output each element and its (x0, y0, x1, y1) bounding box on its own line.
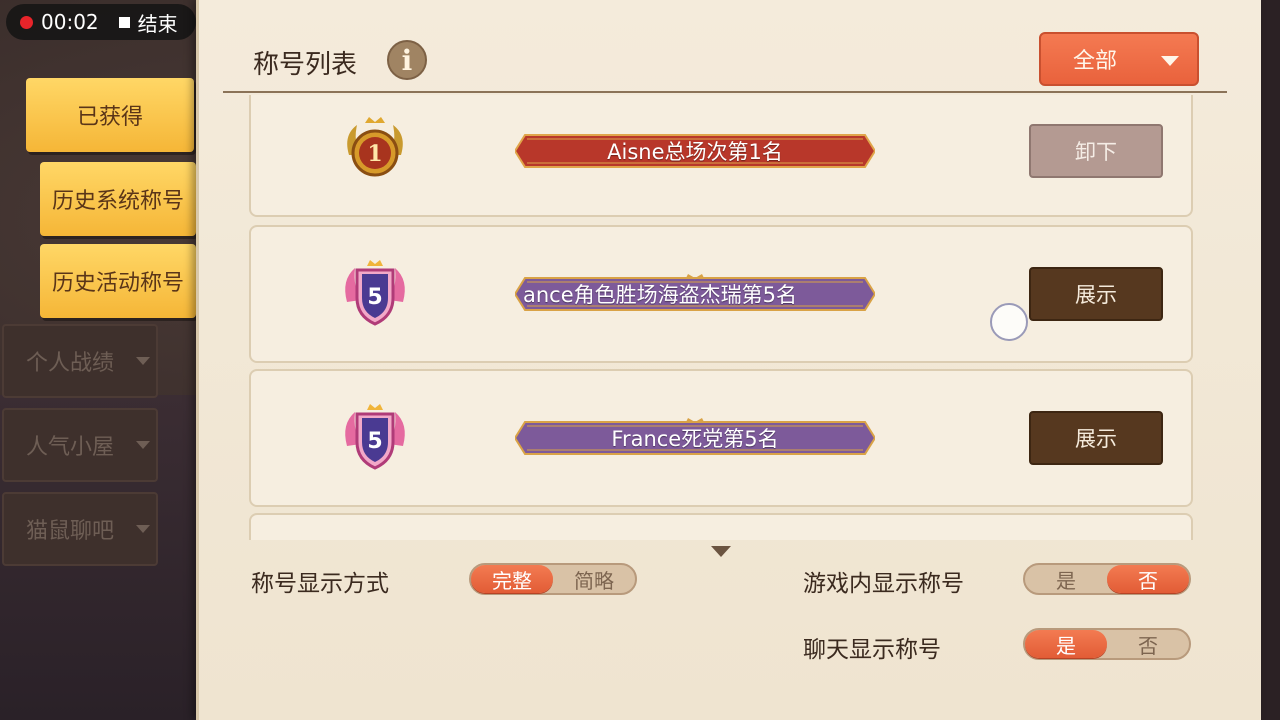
ingame-display-label: 游戏内显示称号 (803, 571, 964, 597)
record-dot-icon (20, 15, 33, 29)
chat-yes-option[interactable]: 是 (1025, 630, 1107, 658)
chat-display-label: 聊天显示称号 (803, 637, 941, 663)
tab-chat-bar[interactable]: 猫鼠聊吧 (2, 492, 158, 566)
page-title: 称号列表 (253, 50, 358, 80)
info-icon[interactable]: i (387, 40, 427, 80)
tab-personal-record[interactable]: 个人战绩 (2, 324, 158, 398)
chat-no-option[interactable]: 否 (1107, 630, 1189, 658)
right-edge (1258, 0, 1280, 720)
tab-history-event-titles[interactable]: 历史活动称号 (40, 244, 196, 318)
tab-personal-record-label: 个人战绩 (26, 351, 115, 376)
unequip-button[interactable]: 卸下 (1029, 124, 1163, 178)
divider (223, 91, 1227, 93)
chat-display-toggle[interactable]: 是 否 (1023, 628, 1191, 660)
tab-obtained[interactable]: 已获得 (26, 78, 194, 152)
title-name: ance角色胜场海盗杰瑞第5名 (523, 283, 798, 307)
chevron-down-icon (1161, 56, 1179, 66)
chevron-down-icon (136, 441, 150, 449)
tab-popular-house-label: 人气小屋 (26, 435, 115, 460)
badge-number: 1 (367, 141, 382, 167)
tab-obtained-label: 已获得 (76, 105, 143, 130)
chevron-down-icon (136, 357, 150, 365)
title-ribbon: ance角色胜场海盗杰瑞第5名 (515, 274, 875, 314)
rank-badge-gold-icon: 1 (347, 117, 403, 177)
title-card: 1 Aisne总场次第1名 卸下 (249, 95, 1193, 217)
filter-dropdown-label: 全部 (1073, 49, 1118, 74)
chevron-down-icon (136, 525, 150, 533)
ingame-yes-option[interactable]: 是 (1025, 565, 1107, 593)
show-button[interactable]: 展示 (1029, 267, 1163, 321)
tab-popular-house[interactable]: 人气小屋 (2, 408, 158, 482)
title-card (249, 513, 1193, 540)
badge-number: 5 (367, 429, 382, 454)
filter-dropdown[interactable]: 全部 (1039, 32, 1199, 86)
display-mode-brief-option[interactable]: 简略 (553, 565, 635, 593)
tab-chat-bar-label: 猫鼠聊吧 (26, 519, 115, 544)
ingame-no-option[interactable]: 否 (1107, 565, 1189, 593)
display-mode-toggle[interactable]: 完整 简略 (469, 563, 637, 595)
rank-badge-shield-icon: 5 (345, 260, 405, 326)
stop-icon (118, 16, 130, 28)
title-list[interactable]: 1 Aisne总场次第1名 卸下 5 ance角色胜场海盗杰瑞第5名 展示 5 … (223, 95, 1227, 540)
display-mode-label: 称号显示方式 (251, 571, 389, 597)
tab-history-system-titles[interactable]: 历史系统称号 (40, 162, 196, 236)
title-card: 5 ance角色胜场海盗杰瑞第5名 展示 (249, 225, 1193, 363)
ingame-display-toggle[interactable]: 是 否 (1023, 563, 1191, 595)
title-panel: 称号列表 i 全部 1 Aisne总场次第1名 卸下 5 ance角色胜场海盗杰… (196, 0, 1261, 720)
tab-history-event-label: 历史活动称号 (51, 271, 184, 296)
recording-time: 00:02 (41, 10, 99, 34)
badge-number: 5 (367, 285, 382, 310)
title-name: Aisne总场次第1名 (607, 140, 783, 164)
rank-badge-shield-icon: 5 (345, 404, 405, 470)
stop-recording-label: 结束 (137, 11, 178, 36)
title-ribbon: Aisne总场次第1名 (515, 131, 875, 171)
title-card: 5 France死党第5名 展示 (249, 369, 1193, 507)
show-button[interactable]: 展示 (1029, 411, 1163, 465)
screen-recording-indicator[interactable]: 00:02 结束 (6, 4, 196, 40)
touch-indicator (990, 303, 1028, 341)
scroll-down-icon[interactable] (711, 546, 731, 557)
title-ribbon: France死党第5名 (515, 418, 875, 458)
tab-history-system-label: 历史系统称号 (51, 189, 184, 214)
display-mode-full-option[interactable]: 完整 (471, 565, 553, 593)
title-name: France死党第5名 (611, 427, 779, 451)
